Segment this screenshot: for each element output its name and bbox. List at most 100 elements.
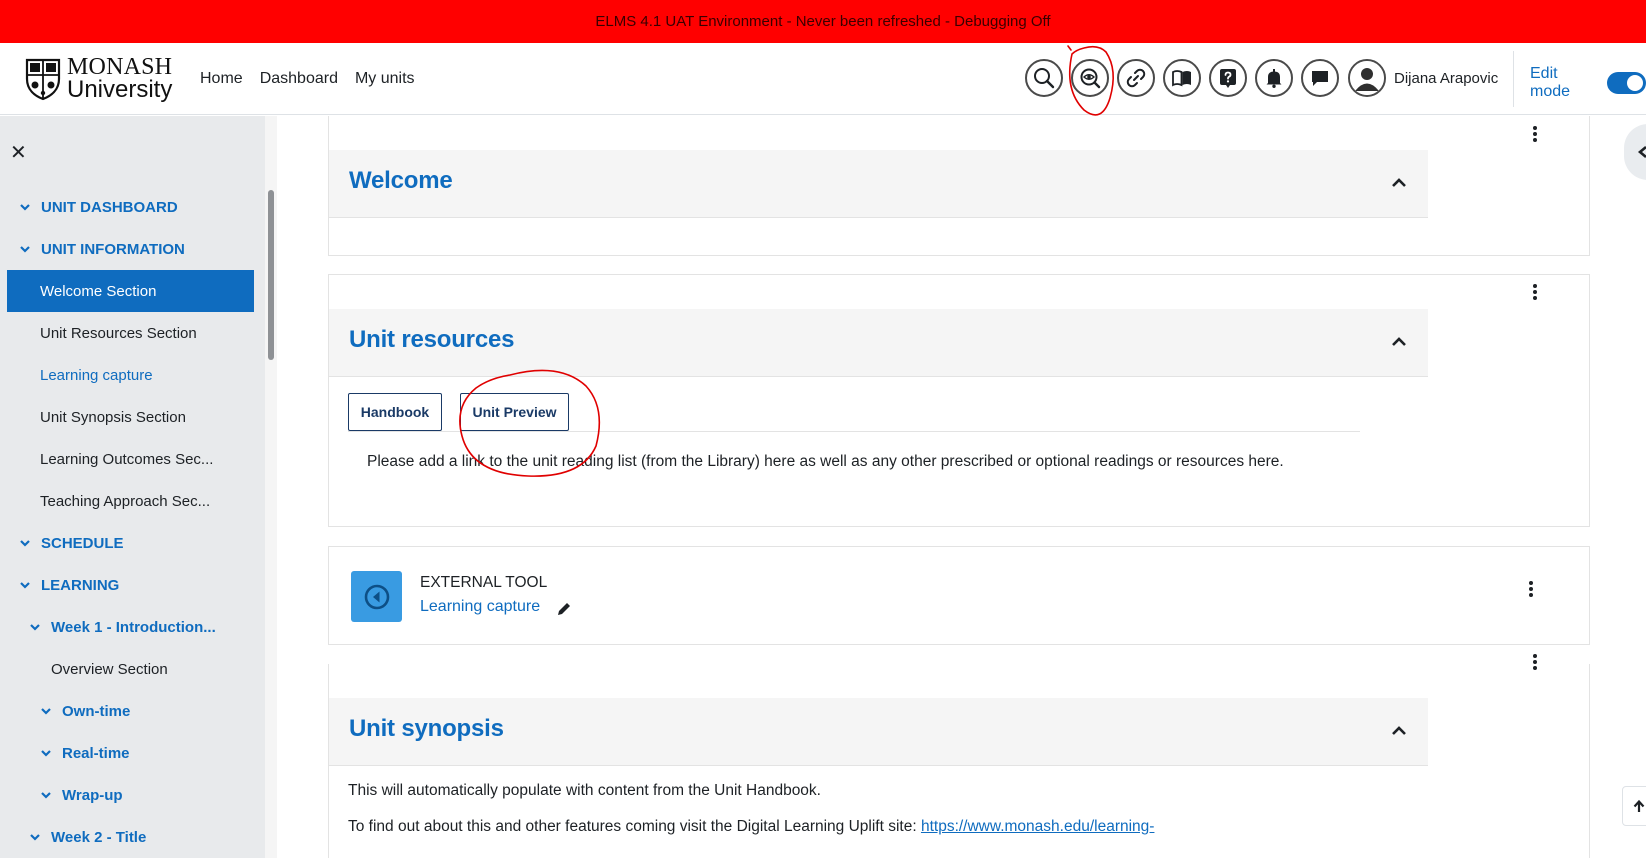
- close-drawer-button[interactable]: ✕: [10, 140, 27, 165]
- chevron-down-icon-wrap[interactable]: [40, 705, 52, 717]
- chevron-down-icon-wrap[interactable]: [40, 789, 52, 801]
- course-index-subsection[interactable]: Week 1 - Introduction...: [7, 606, 254, 648]
- environment-banner-text: ELMS 4.1 UAT Environment - Never been re…: [595, 13, 1051, 30]
- unit-synopsis-section-header: Unit synopsis: [329, 698, 1428, 766]
- chevron-down-icon-wrap[interactable]: [40, 747, 52, 759]
- preview-button[interactable]: [1071, 59, 1109, 97]
- messages-button[interactable]: [1301, 59, 1339, 97]
- course-index-item[interactable]: Unit Resources Section: [7, 312, 254, 354]
- unit-resources-section-title[interactable]: Unit resources: [349, 326, 514, 354]
- course-index-item[interactable]: Overview Section: [7, 648, 254, 690]
- activity-name-link[interactable]: Learning capture: [420, 598, 540, 616]
- chevron-down-icon: [41, 750, 51, 757]
- navbar-divider: [1513, 51, 1514, 107]
- drawer-scrollbar[interactable]: [268, 190, 274, 360]
- course-index-label: Welcome Section: [40, 282, 157, 300]
- chevron-down-icon-wrap[interactable]: [19, 579, 31, 591]
- kebab-dot: [1529, 593, 1533, 597]
- notifications-button[interactable]: [1255, 59, 1293, 97]
- links-button[interactable]: [1117, 59, 1155, 97]
- search-button[interactable]: [1025, 59, 1063, 97]
- kebab-dot: [1533, 126, 1537, 130]
- course-index-item[interactable]: Welcome Section: [7, 270, 254, 312]
- course-index-section[interactable]: LEARNING: [7, 564, 254, 606]
- course-index-panel: ✕ UNIT DASHBOARD UNIT INFORMATION Welcome …: [0, 116, 265, 858]
- welcome-section-header: Welcome: [329, 150, 1428, 218]
- course-index-label: UNIT INFORMATION: [41, 240, 185, 258]
- chevron-down-icon-wrap[interactable]: [29, 831, 41, 843]
- chevron-down-icon: [41, 792, 51, 799]
- monash-logo[interactable]: MONASH University: [24, 55, 174, 103]
- help-icon: [1220, 69, 1236, 88]
- course-index-section[interactable]: UNIT DASHBOARD: [7, 186, 254, 228]
- course-index-section[interactable]: SCHEDULE: [7, 522, 254, 564]
- course-index-item[interactable]: Unit Synopsis Section: [7, 396, 254, 438]
- help-button[interactable]: [1209, 59, 1247, 97]
- course-index-list: UNIT DASHBOARD UNIT INFORMATION Welcome Se…: [7, 186, 254, 858]
- unit-synopsis-section-menu[interactable]: [1525, 652, 1545, 672]
- divider: [348, 431, 1360, 432]
- chevron-down-icon-wrap[interactable]: [19, 201, 31, 213]
- user-avatar-icon: [1350, 61, 1384, 95]
- kebab-dot: [1533, 660, 1537, 664]
- chevron-down-icon: [30, 624, 40, 631]
- bell-icon: [1266, 69, 1282, 88]
- library-button[interactable]: [1163, 59, 1201, 97]
- unit-resources-section-menu[interactable]: [1525, 282, 1545, 302]
- course-index-subsection[interactable]: Own-time: [7, 690, 254, 732]
- unit-synopsis-uplift-text: To find out about this and other feature…: [348, 818, 1154, 836]
- unit-synopsis-section-title[interactable]: Unit synopsis: [349, 715, 504, 743]
- uplift-link[interactable]: https://www.monash.edu/learning-: [921, 818, 1154, 835]
- course-index-label: Unit Resources Section: [40, 324, 197, 342]
- edit-pencil-icon[interactable]: [556, 601, 572, 617]
- course-index-label: Week 1 - Introduction...: [51, 618, 216, 636]
- unit-preview-button[interactable]: Unit Preview: [460, 393, 569, 431]
- course-index-label: Unit Synopsis Section: [40, 408, 186, 426]
- arrow-up-icon: [1633, 799, 1645, 812]
- course-index-subsection[interactable]: Week 2 - Title: [7, 816, 254, 858]
- course-index-subsection[interactable]: Wrap-up: [7, 774, 254, 816]
- course-index-label: Learning Outcomes Sec...: [40, 450, 214, 468]
- activity-menu[interactable]: [1521, 579, 1541, 599]
- user-menu[interactable]: Dijana Arapovic: [1348, 59, 1498, 97]
- course-index-item[interactable]: Learning Outcomes Sec...: [7, 438, 254, 480]
- nav-dashboard[interactable]: Dashboard: [260, 70, 338, 88]
- chevron-up-icon[interactable]: [1390, 333, 1408, 351]
- chevron-down-icon: [20, 246, 30, 253]
- chevron-up-icon[interactable]: [1390, 174, 1408, 192]
- edit-mode-label: Edit mode: [1530, 65, 1571, 100]
- kebab-dot: [1533, 138, 1537, 142]
- top-navbar: MONASH University Home Dashboard My unit…: [0, 43, 1646, 115]
- course-index-activity[interactable]: Learning capture: [7, 354, 254, 396]
- nav-my-units[interactable]: My units: [355, 70, 415, 88]
- kebab-dot: [1529, 581, 1533, 585]
- chat-icon: [1312, 71, 1328, 86]
- kebab-dot: [1533, 654, 1537, 658]
- course-index-label: Own-time: [62, 702, 131, 720]
- chevron-down-icon: [20, 582, 30, 589]
- environment-banner: ELMS 4.1 UAT Environment - Never been re…: [0, 0, 1646, 43]
- chevron-up-icon[interactable]: [1390, 722, 1408, 740]
- welcome-section-title[interactable]: Welcome: [349, 167, 453, 195]
- welcome-section-card: Welcome: [328, 116, 1590, 256]
- back-to-top-button[interactable]: [1622, 786, 1646, 826]
- activity-type-label: EXTERNAL TOOL: [420, 574, 548, 591]
- course-index-label: Teaching Approach Sec...: [40, 492, 211, 510]
- external-tool-activity-icon: [351, 571, 402, 622]
- edit-mode-toggle[interactable]: [1607, 72, 1646, 94]
- course-index-label: SCHEDULE: [41, 534, 124, 552]
- search-icon: [1034, 68, 1055, 89]
- chevron-down-icon-wrap[interactable]: [19, 243, 31, 255]
- handbook-button[interactable]: Handbook: [348, 393, 442, 431]
- course-index-item[interactable]: Teaching Approach Sec...: [7, 480, 254, 522]
- primary-navigation: Home Dashboard My units: [200, 43, 432, 115]
- welcome-section-menu[interactable]: [1525, 124, 1545, 144]
- user-name: Dijana Arapovic: [1394, 69, 1499, 87]
- course-index-subsection[interactable]: Real-time: [7, 732, 254, 774]
- external-tool-icon: [364, 584, 389, 609]
- course-index-section[interactable]: UNIT INFORMATION: [7, 228, 254, 270]
- chevron-down-icon-wrap[interactable]: [19, 537, 31, 549]
- chevron-down-icon-wrap[interactable]: [29, 621, 41, 633]
- nav-home[interactable]: Home: [200, 70, 243, 88]
- navbar-icon-group: [1025, 59, 1347, 97]
